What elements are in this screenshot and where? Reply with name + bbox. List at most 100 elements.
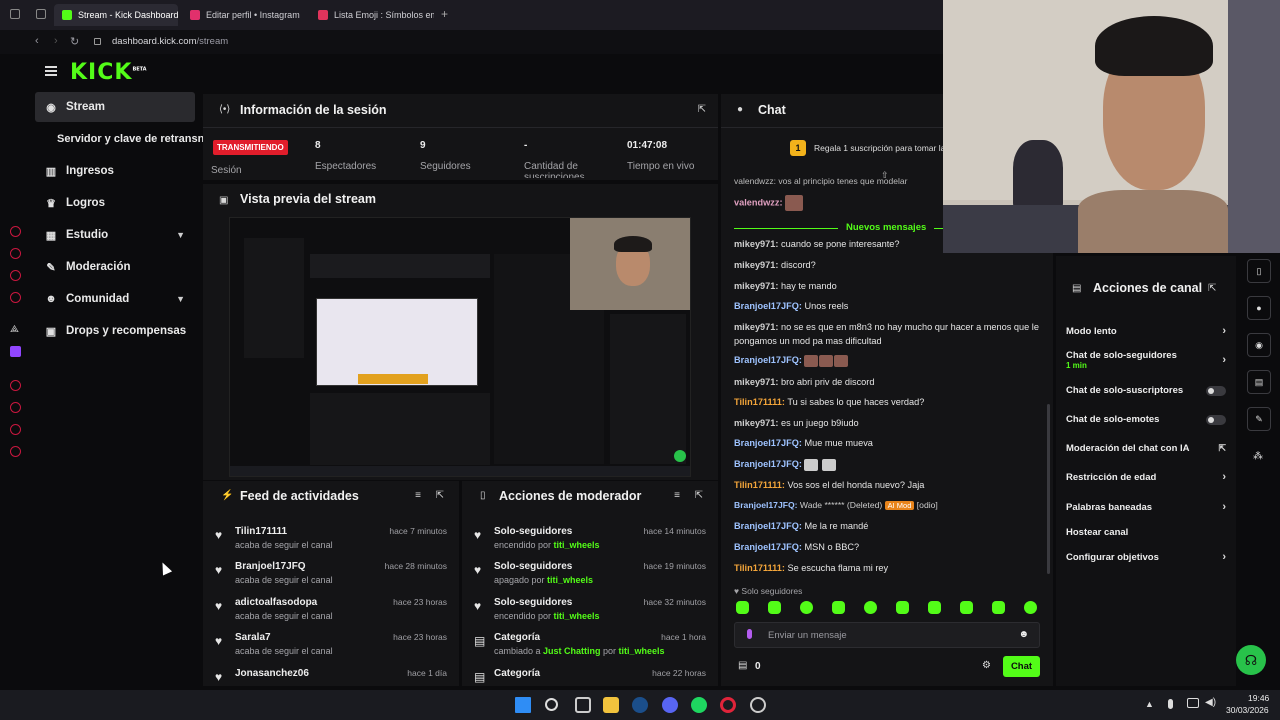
- task-view-icon[interactable]: [575, 697, 591, 713]
- clock-date[interactable]: 30/03/2026: [1226, 705, 1269, 715]
- emote-icon[interactable]: [800, 601, 813, 614]
- windows-start-icon[interactable]: [515, 697, 531, 713]
- send-chat-button[interactable]: Chat: [1003, 656, 1040, 677]
- emote-icon[interactable]: [960, 601, 973, 614]
- emote-icon[interactable]: [1024, 601, 1037, 614]
- chat-button[interactable]: ●: [1247, 296, 1271, 320]
- chat-username[interactable]: mikey971:: [734, 281, 778, 291]
- spotify-icon[interactable]: [691, 697, 707, 713]
- chat-username[interactable]: BranjoeI17JFQ:: [734, 301, 802, 311]
- opera-gx-icon[interactable]: [750, 697, 766, 713]
- sidebar-app-icon[interactable]: ⟁: [10, 324, 21, 335]
- action-banned-words[interactable]: Palabras baneadas ›: [1066, 501, 1226, 513]
- emote-icon[interactable]: [864, 601, 877, 614]
- kick-logo[interactable]: KICKBETA: [70, 60, 147, 85]
- filter-icon[interactable]: ≡: [674, 490, 680, 501]
- reload-icon[interactable]: ↻: [70, 35, 79, 48]
- action-ai-moderation[interactable]: Moderación del chat con IA ⇱: [1066, 443, 1226, 454]
- feed-user[interactable]: Sarala7: [235, 632, 271, 643]
- emotes-only-toggle[interactable]: [1206, 415, 1226, 425]
- tab-list-icon[interactable]: [36, 9, 46, 19]
- mod-action-user[interactable]: titi_wheels: [547, 575, 593, 585]
- mod-action-user[interactable]: titi_wheels: [554, 611, 600, 621]
- moderation-button[interactable]: ✎: [1247, 407, 1271, 431]
- emote-icon[interactable]: [896, 601, 909, 614]
- tray-chevron-icon[interactable]: ▲: [1145, 699, 1154, 709]
- file-explorer-icon[interactable]: [603, 697, 619, 713]
- sidebar-item-stream[interactable]: ◉ Stream: [35, 92, 195, 122]
- url-field[interactable]: dashboard.kick.com/stream: [112, 36, 228, 47]
- mod-action-user[interactable]: titi_wheels: [619, 646, 665, 656]
- sidebar-item-drops[interactable]: ▣ Drops y recompensas: [35, 316, 205, 346]
- points-icon[interactable]: ▤: [738, 660, 747, 671]
- broadcast-button[interactable]: ◉: [1247, 333, 1271, 357]
- search-icon[interactable]: [545, 698, 558, 711]
- sidebar-app-icon[interactable]: [10, 292, 21, 303]
- tab-emoji-list[interactable]: Lista Emoji : Símbolos em: [310, 4, 434, 26]
- forward-icon[interactable]: ›: [54, 35, 58, 47]
- feed-user[interactable]: Jonasanchez06: [235, 668, 309, 679]
- emote-icon[interactable]: [928, 601, 941, 614]
- chat-username[interactable]: mikey971:: [734, 260, 778, 270]
- mic-icon[interactable]: [747, 629, 752, 639]
- chat-username[interactable]: mikey971:: [734, 377, 778, 387]
- sidebar-item-estudio[interactable]: ▦ Estudio ▼: [35, 220, 195, 250]
- stream-preview-video[interactable]: [229, 217, 691, 477]
- category-name[interactable]: Just Chatting: [543, 646, 601, 656]
- chat-username[interactable]: Tilin171111:: [734, 397, 785, 407]
- sidebar-app-icon[interactable]: [10, 226, 21, 237]
- emoji-icon[interactable]: ☻: [1018, 629, 1029, 640]
- emote-icon[interactable]: [832, 601, 845, 614]
- chat-scrollbar[interactable]: [1047, 404, 1050, 574]
- tab-kick-dashboard[interactable]: Stream - Kick Dashboard: [54, 4, 178, 26]
- discord-icon[interactable]: [662, 697, 678, 713]
- new-tab-icon[interactable]: +: [441, 7, 448, 21]
- sidebar-app-icon[interactable]: [10, 402, 21, 413]
- sidebar-item-server-key[interactable]: Servidor y clave de retransn: [35, 124, 205, 154]
- emote-icon[interactable]: [992, 601, 1005, 614]
- emote-icon[interactable]: [768, 601, 781, 614]
- chat-username[interactable]: BranjoeI17JFQ:: [734, 438, 802, 448]
- subscribers-only-toggle[interactable]: [1206, 386, 1226, 396]
- sidebar-item-moderacion[interactable]: ✎ Moderación: [35, 252, 195, 282]
- menu-icon[interactable]: [45, 66, 57, 76]
- chat-username[interactable]: mikey971:: [734, 418, 778, 428]
- action-age-restriction[interactable]: Restricción de edad ›: [1066, 471, 1226, 483]
- chat-input-box[interactable]: Enviar un mensaje ☻: [734, 622, 1040, 648]
- chat-username[interactable]: valendwzz:: [734, 197, 783, 207]
- sidebar-app-icon[interactable]: [10, 446, 21, 457]
- expand-icon[interactable]: ⇱: [698, 104, 706, 115]
- chat-username[interactable]: BranjoeI17JFQ:: [734, 355, 802, 365]
- channel-actions-button[interactable]: ▤: [1247, 370, 1271, 394]
- sidebar-item-ingresos[interactable]: ▥ Ingresos: [35, 156, 195, 186]
- steam-icon[interactable]: [632, 697, 648, 713]
- feed-user[interactable]: adictoalfasodopa: [235, 597, 317, 608]
- chat-username[interactable]: BranjoeI17JFQ:: [734, 459, 802, 469]
- mod-action-user[interactable]: titi_wheels: [554, 540, 600, 550]
- volume-icon[interactable]: ◀): [1205, 697, 1216, 708]
- chat-username[interactable]: Tilin171111:: [734, 480, 785, 490]
- expand-icon[interactable]: ⇱: [695, 490, 703, 501]
- action-subscribers-only[interactable]: Chat de solo-suscriptores: [1066, 385, 1226, 396]
- session-info-button[interactable]: ▯: [1247, 259, 1271, 283]
- opera-icon[interactable]: [720, 697, 736, 713]
- chat-username[interactable]: BranjoeI17JFQ:: [734, 542, 802, 552]
- action-followers-only[interactable]: Chat de solo-seguidores › 1 min: [1066, 350, 1226, 370]
- expand-icon[interactable]: ⇱: [436, 490, 444, 501]
- action-slow-mode[interactable]: Modo lento ›: [1066, 325, 1226, 337]
- chat-username[interactable]: BranjoeI17JFQ:: [734, 521, 802, 531]
- tab-instagram[interactable]: Editar perfil • Instagram: [182, 4, 306, 26]
- sidebar-item-comunidad[interactable]: ☻ Comunidad ▼: [35, 284, 195, 314]
- help-button[interactable]: ☊: [1236, 645, 1266, 675]
- gift-sub-text[interactable]: Regala 1 suscripción para tomar la: [814, 143, 945, 153]
- clock-time[interactable]: 19:46: [1248, 693, 1269, 703]
- feed-user[interactable]: Tilin171111: [235, 526, 287, 537]
- action-goals[interactable]: Configurar objetivos ›: [1066, 551, 1226, 563]
- sidebar-app-icon[interactable]: [10, 248, 21, 259]
- emote-icon[interactable]: [736, 601, 749, 614]
- more-apps-icon[interactable]: ⁂: [1253, 451, 1263, 462]
- sidebar-app-icon[interactable]: [10, 424, 21, 435]
- chat-username[interactable]: mikey971:: [734, 322, 778, 332]
- filter-icon[interactable]: ≡: [415, 490, 421, 501]
- chat-username[interactable]: Tilin171111:: [734, 563, 785, 573]
